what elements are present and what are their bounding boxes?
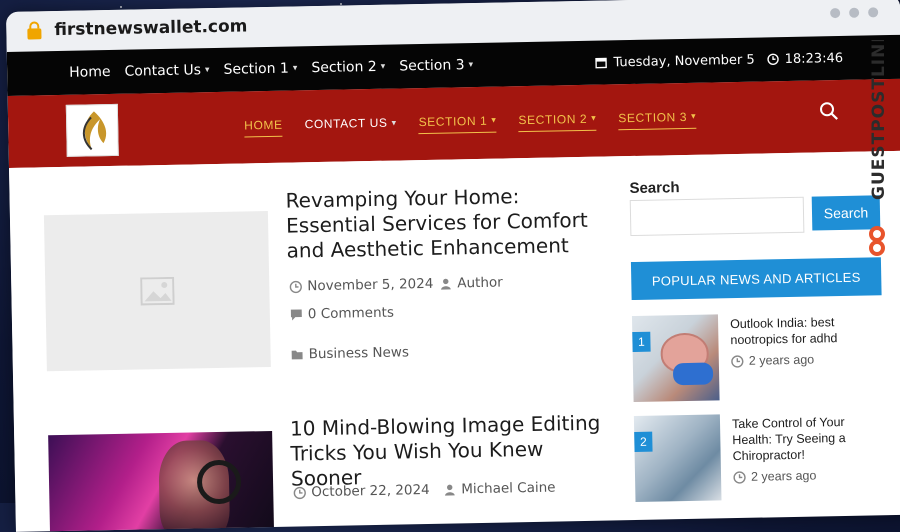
chevron-down-icon: ▾ (690, 110, 697, 121)
popular-title[interactable]: Take Control of Your Health: Try Seeing … (732, 414, 863, 464)
window-dot[interactable] (849, 7, 860, 18)
top-nav: Home Contact Us ▾ Section 1 ▾ Section 2 ▾ S… (69, 43, 474, 95)
post-title[interactable]: Revamping Your Home: Essential Services … (285, 183, 606, 264)
post-comments[interactable]: 0 Comments (290, 305, 394, 323)
popular-heading: POPULAR NEWS AND ARTICLES (630, 257, 882, 301)
popular-thumbnail[interactable]: 2 (633, 414, 722, 503)
mainnav-item-home[interactable]: HOME (244, 117, 283, 137)
clock-icon (766, 53, 779, 65)
calendar-icon (595, 57, 608, 69)
window-controls (830, 7, 879, 19)
clock-icon (731, 354, 744, 368)
search-input[interactable] (629, 196, 805, 237)
chevron-down-icon: ▾ (292, 63, 298, 74)
popular-time: 2 years ago (731, 353, 814, 369)
link-chain-icon (869, 226, 885, 256)
chevron-down-icon: ▾ (380, 61, 386, 72)
watermark-text: GUESTPOSTLINKS (869, 40, 889, 200)
mainnav-item-contact-us[interactable]: CONTACT US ▾ (304, 116, 396, 136)
post-title[interactable]: 10 Mind-Blowing Image Editing Tricks You… (290, 410, 611, 491)
post-date: October 22, 2024 (293, 482, 430, 501)
guestpostlinks-watermark: GUESTPOSTLINKS (869, 40, 889, 256)
date-time: Tuesday, November 5 18:23:46 (595, 36, 843, 85)
post-author[interactable]: Michael Caine (443, 480, 556, 498)
post-author[interactable]: Author (439, 275, 503, 292)
chevron-down-icon: ▾ (468, 60, 474, 71)
browser-window: firstnewswallet.com Home Contact Us ▾ Sec… (6, 0, 900, 532)
user-icon (444, 484, 455, 496)
post-thumbnail[interactable] (48, 430, 275, 532)
topnav-item-section-2[interactable]: Section 2 ▾ (311, 59, 385, 76)
sidebar-search-label: Search (629, 179, 680, 198)
clock-icon (733, 470, 746, 484)
chevron-down-icon: ▾ (591, 112, 597, 123)
main-content: Revamping Your Home: Essential Services … (8, 150, 900, 532)
headphones-image (196, 459, 242, 505)
mainnav-item-section-2[interactable]: SECTION 2 ▾ (518, 111, 597, 132)
folder-icon (291, 350, 303, 359)
topnav-item-home[interactable]: Home (69, 64, 111, 81)
glove-image (672, 362, 714, 386)
post-date: November 5, 2024 (289, 276, 434, 295)
site-logo[interactable] (65, 103, 119, 157)
clock-icon (293, 486, 306, 499)
post-category[interactable]: Business News (290, 344, 409, 362)
main-menu: HOME CONTACT US ▾ SECTION 1 ▾ SECTION 2 ▾ S… (244, 83, 697, 164)
lock-icon (27, 21, 42, 40)
mainnav-item-section-3[interactable]: SECTION 3 ▾ (618, 109, 697, 130)
popular-thumbnail[interactable]: 1 (631, 314, 720, 403)
rank-badge: 1 (632, 331, 651, 353)
post-thumbnail[interactable] (43, 211, 271, 372)
chevron-down-icon: ▾ (391, 117, 397, 128)
current-date: Tuesday, November 5 (613, 52, 755, 70)
user-icon (441, 278, 451, 290)
image-placeholder-icon (140, 276, 175, 306)
mainnav-item-section-1[interactable]: SECTION 1 ▾ (418, 113, 497, 134)
clock-icon (289, 280, 302, 293)
search-icon[interactable] (818, 100, 840, 122)
topnav-item-section-3[interactable]: Section 3 ▾ (399, 57, 473, 74)
window-dot[interactable] (830, 7, 841, 19)
current-time: 18:23:46 (784, 50, 844, 67)
popular-time: 2 years ago (733, 469, 817, 485)
url-text[interactable]: firstnewswallet.com (54, 16, 247, 40)
rank-badge: 2 (634, 431, 653, 453)
chevron-down-icon: ▾ (491, 114, 497, 125)
comment-icon (290, 308, 302, 320)
flame-logo-icon (82, 111, 107, 151)
popular-title[interactable]: Outlook India: best nootropics for adhd (730, 314, 861, 348)
topnav-item-contact-us[interactable]: Contact Us ▾ (124, 62, 210, 79)
window-dot[interactable] (868, 7, 879, 18)
chevron-down-icon: ▾ (204, 65, 210, 76)
topnav-item-section-1[interactable]: Section 1 ▾ (223, 60, 298, 78)
